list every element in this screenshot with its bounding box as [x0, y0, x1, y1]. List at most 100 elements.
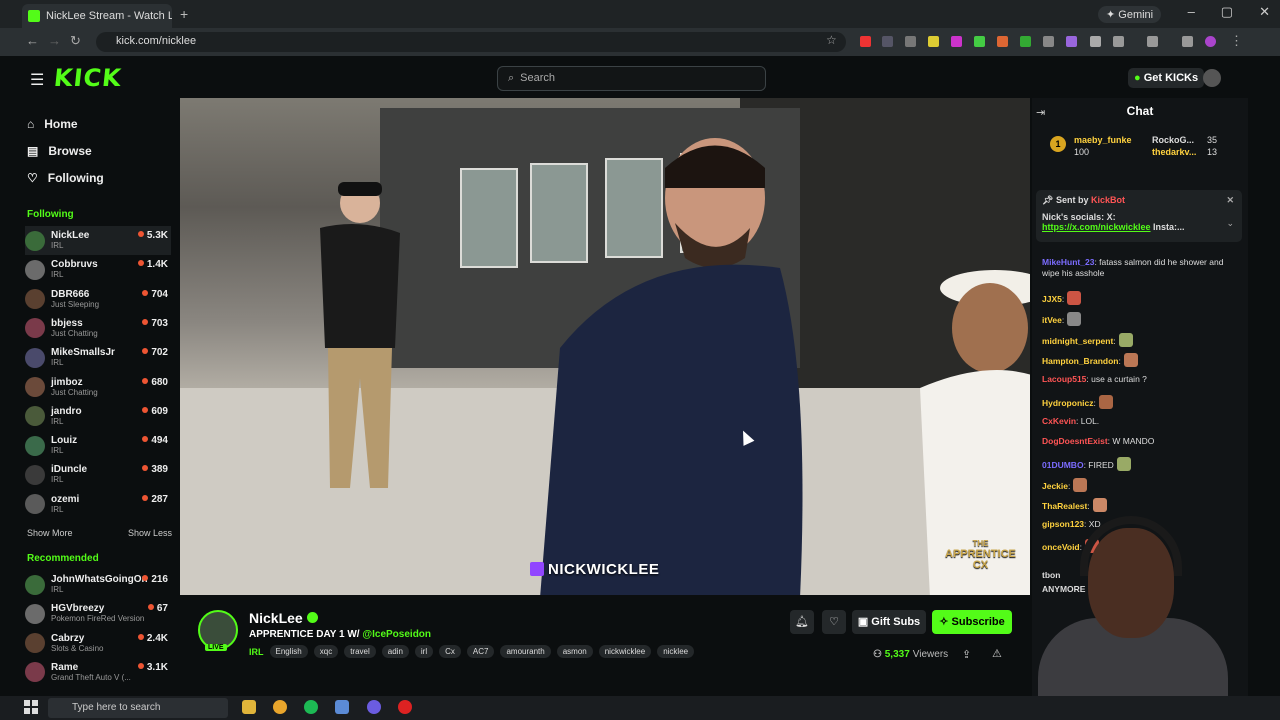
kick-logo[interactable]: KICK [53, 64, 124, 92]
chat-username[interactable]: 01DUMBO [1042, 460, 1084, 470]
spotify-icon[interactable] [304, 700, 318, 714]
stream-tag[interactable]: irl [414, 645, 434, 658]
chat-username[interactable]: DogDoesntExist [1042, 436, 1108, 446]
taskbar-search-input[interactable]: Type here to search [48, 698, 228, 718]
sidebar-channel[interactable]: iDuncle IRL 389 [25, 460, 171, 489]
pinned-link[interactable]: https://x.com/nickwicklee [1042, 222, 1151, 232]
obs-icon[interactable] [398, 700, 412, 714]
app-icon[interactable] [335, 700, 349, 714]
sidebar-channel[interactable]: ozemi IRL 287 [25, 490, 171, 519]
discord-icon[interactable] [367, 700, 381, 714]
sidebar-channel[interactable]: Rame Grand Theft Auto V (... 3.1K [25, 658, 171, 687]
stream-tag[interactable]: nicklee [657, 645, 695, 658]
nav-following[interactable]: ♡ Following [27, 164, 104, 191]
chevron-down-icon[interactable]: ⌄ [1226, 218, 1234, 229]
chat-username[interactable]: itVee [1042, 315, 1062, 325]
search-input[interactable]: ⌕ Search [497, 66, 766, 91]
user-avatar[interactable] [1203, 69, 1221, 87]
reload-icon[interactable]: ↻ [70, 33, 81, 49]
forward-icon[interactable]: → [48, 33, 61, 48]
extension-icon[interactable] [928, 36, 939, 47]
browser-tab[interactable]: NickLee Stream - Watch Li [22, 4, 172, 28]
gifter-2-name[interactable]: RockoG... [1152, 135, 1194, 145]
stream-tag[interactable]: English [269, 645, 308, 658]
nav-home[interactable]: ⌂ Home [27, 110, 104, 137]
chat-username[interactable]: Hydroponicz [1042, 398, 1093, 408]
sidepanel-icon[interactable] [1147, 36, 1158, 47]
emote-icon [1098, 395, 1113, 409]
windows-start-icon[interactable] [24, 700, 38, 714]
extension-icon[interactable] [951, 36, 962, 47]
stream-tag[interactable]: Cx [439, 645, 461, 658]
stream-tag[interactable]: AC7 [466, 645, 495, 658]
profile-avatar-icon[interactable] [1205, 36, 1216, 47]
bookmark-star-icon[interactable]: ☆ [826, 33, 837, 47]
sidebar-channel[interactable]: JohnWhatsGoingOn IRL 216 [25, 570, 171, 599]
stream-tag[interactable]: adin [381, 645, 409, 658]
sidebar-channel[interactable]: NickLee IRL 5.3K [25, 226, 171, 255]
extension-icon[interactable] [997, 36, 1008, 47]
sidebar-channel[interactable]: HGVbreezy Pokemon FireRed Version 67 [25, 599, 171, 628]
gifter-3-name[interactable]: thedarkv... [1152, 147, 1196, 157]
top-gifter-name[interactable]: maeby_funke [1074, 135, 1132, 145]
show-less-link[interactable]: Show Less [128, 528, 172, 538]
extension-icon[interactable] [1020, 36, 1031, 47]
notification-bell-button[interactable]: 🔔︎ [790, 610, 814, 634]
gemini-button[interactable]: ✦ Gemini [1098, 6, 1162, 23]
extension-icon[interactable] [1090, 36, 1101, 47]
extension-icon[interactable] [882, 36, 893, 47]
sidebar-channel[interactable]: jimboz Just Chatting 680 [25, 373, 171, 402]
share-icon[interactable]: ⇪ [962, 648, 971, 661]
sidebar-channel[interactable]: Cabrzy Slots & Casino 2.4K [25, 629, 171, 658]
gift-subs-button[interactable]: ▣ Gift Subs [852, 610, 926, 634]
sidebar-channel[interactable]: bbjess Just Chatting 703 [25, 314, 171, 343]
extensions-puzzle-icon[interactable] [1113, 36, 1124, 47]
extension-icon[interactable] [974, 36, 985, 47]
maximize-button[interactable]: ▢ [1221, 4, 1233, 20]
show-more-link[interactable]: Show More [27, 528, 73, 538]
sidebar-channel[interactable]: Cobbruvs IRL 1.4K [25, 255, 171, 284]
file-explorer-icon[interactable] [242, 700, 256, 714]
stream-tag[interactable]: asmon [556, 645, 593, 658]
stream-title-mention[interactable]: @IcePoseidon [362, 629, 431, 640]
address-bar[interactable]: kick.com/nicklee [96, 32, 846, 52]
sidebar-channel[interactable]: DBR666 Just Sleeping 704 [25, 285, 171, 314]
sidebar-channel[interactable]: jandro IRL 609 [25, 402, 171, 431]
subscribe-button[interactable]: ✧ Subscribe [932, 610, 1012, 634]
chat-username[interactable]: Jeckie [1042, 481, 1068, 491]
extension-icon[interactable] [1066, 36, 1077, 47]
follow-heart-button[interactable]: ♡ [822, 610, 846, 634]
minimize-button[interactable]: – [1188, 4, 1195, 20]
back-icon[interactable]: ← [26, 33, 39, 48]
video-player[interactable]: NICKWICKLEE THE APPRENTICE CX [180, 98, 1030, 595]
stream-tag[interactable]: travel [344, 645, 376, 658]
extension-icon[interactable] [905, 36, 916, 47]
sidebar-channel[interactable]: Louiz IRL 494 [25, 431, 171, 460]
close-window-button[interactable]: ✕ [1259, 4, 1270, 20]
chat-username[interactable]: CxKevin [1042, 416, 1076, 426]
hamburger-menu-icon[interactable]: ☰ [30, 70, 44, 90]
chat-username[interactable]: Hampton_Brandon [1042, 356, 1119, 366]
stream-tag[interactable]: nickwicklee [598, 645, 652, 658]
get-kicks-button[interactable]: ● Get KICKs [1128, 68, 1205, 88]
extension-icon[interactable] [1043, 36, 1054, 47]
sidebar-channel[interactable]: MikeSmallsJr IRL 702 [25, 343, 171, 372]
chat-username[interactable]: midnight_serpent [1042, 336, 1113, 346]
browser-menu-icon[interactable]: ⋮ [1230, 33, 1243, 49]
chat-username[interactable]: MikeHunt_23 [1042, 257, 1094, 267]
stream-tag[interactable]: xqc [313, 645, 339, 658]
streamer-name[interactable]: NickLee [249, 610, 318, 626]
stream-category[interactable]: IRL [249, 647, 264, 657]
stream-tag[interactable]: amouranth [500, 645, 551, 658]
new-tab-button[interactable]: + [180, 6, 188, 22]
chat-username[interactable]: JJX5 [1042, 294, 1062, 304]
extension-icon[interactable] [860, 36, 871, 47]
nav-browse[interactable]: ▤ Browse [27, 137, 104, 164]
media-icon[interactable] [1182, 36, 1193, 47]
chat-username[interactable]: Lacoup515 [1042, 374, 1086, 384]
pinned-message[interactable]: 📌︎ Sent by KickBot ✕ Nick's socials: X: … [1036, 190, 1242, 242]
chrome-icon[interactable] [273, 700, 287, 714]
chat-message: MikeHunt_23: fatass salmon did he shower… [1042, 257, 1230, 279]
report-icon[interactable]: ⚠ [992, 647, 1002, 660]
unpin-icon[interactable]: ✕ [1226, 195, 1234, 206]
